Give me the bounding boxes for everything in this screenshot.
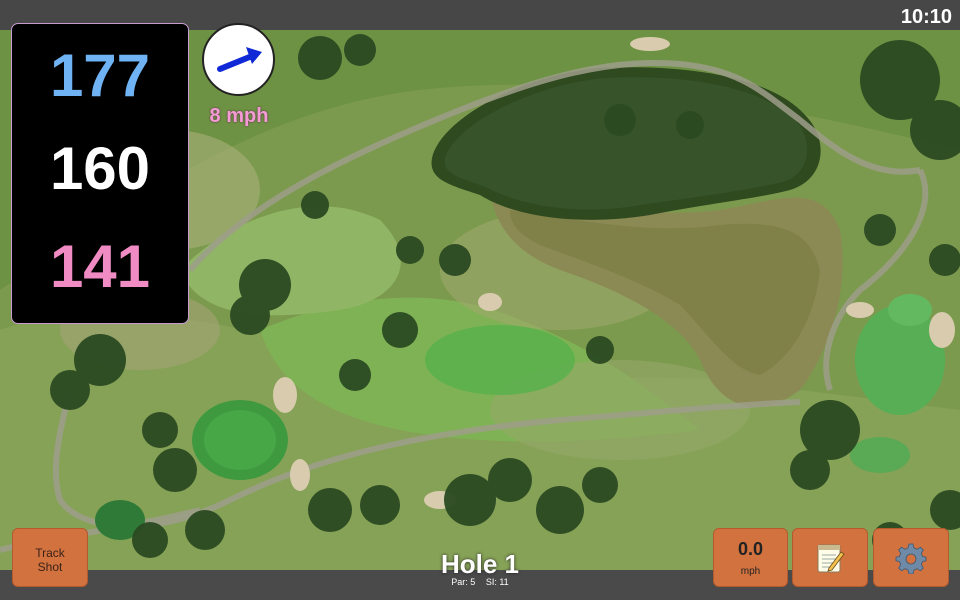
speed-unit: mph <box>740 566 761 577</box>
center-distance: 160 <box>49 135 151 202</box>
front-distance: 141 <box>49 233 151 300</box>
distance-panel: 177 160 141 <box>11 23 189 324</box>
track-shot-button[interactable]: Track Shot <box>12 528 88 587</box>
back-distance: 177 <box>49 42 151 109</box>
settings-button[interactable] <box>873 528 949 587</box>
speed-value: 0.0 <box>737 539 764 559</box>
clock: 10:10 <box>900 6 952 28</box>
track-shot-label-line1: Track <box>35 546 65 560</box>
notes-button[interactable] <box>792 528 868 587</box>
hole-par: Par: 5 <box>451 577 476 587</box>
golf-gps-screen: 10:10 177 160 141 8 mph Track Shot Hole … <box>0 0 960 600</box>
track-shot-label-line2: Shot <box>37 560 63 574</box>
arrow-right-up-icon <box>217 47 262 72</box>
speed-button[interactable]: 0.0 mph <box>713 528 788 587</box>
hole-stroke-index: SI: 11 <box>485 577 509 587</box>
gear-icon <box>895 543 927 574</box>
hole-info: Par: 5 SI: 11 <box>400 577 560 587</box>
hole-title: Hole 1 <box>440 549 520 579</box>
wind-indicator[interactable] <box>202 23 275 96</box>
notepad-icon <box>817 544 845 572</box>
wind-speed: 8 mph <box>209 105 269 127</box>
